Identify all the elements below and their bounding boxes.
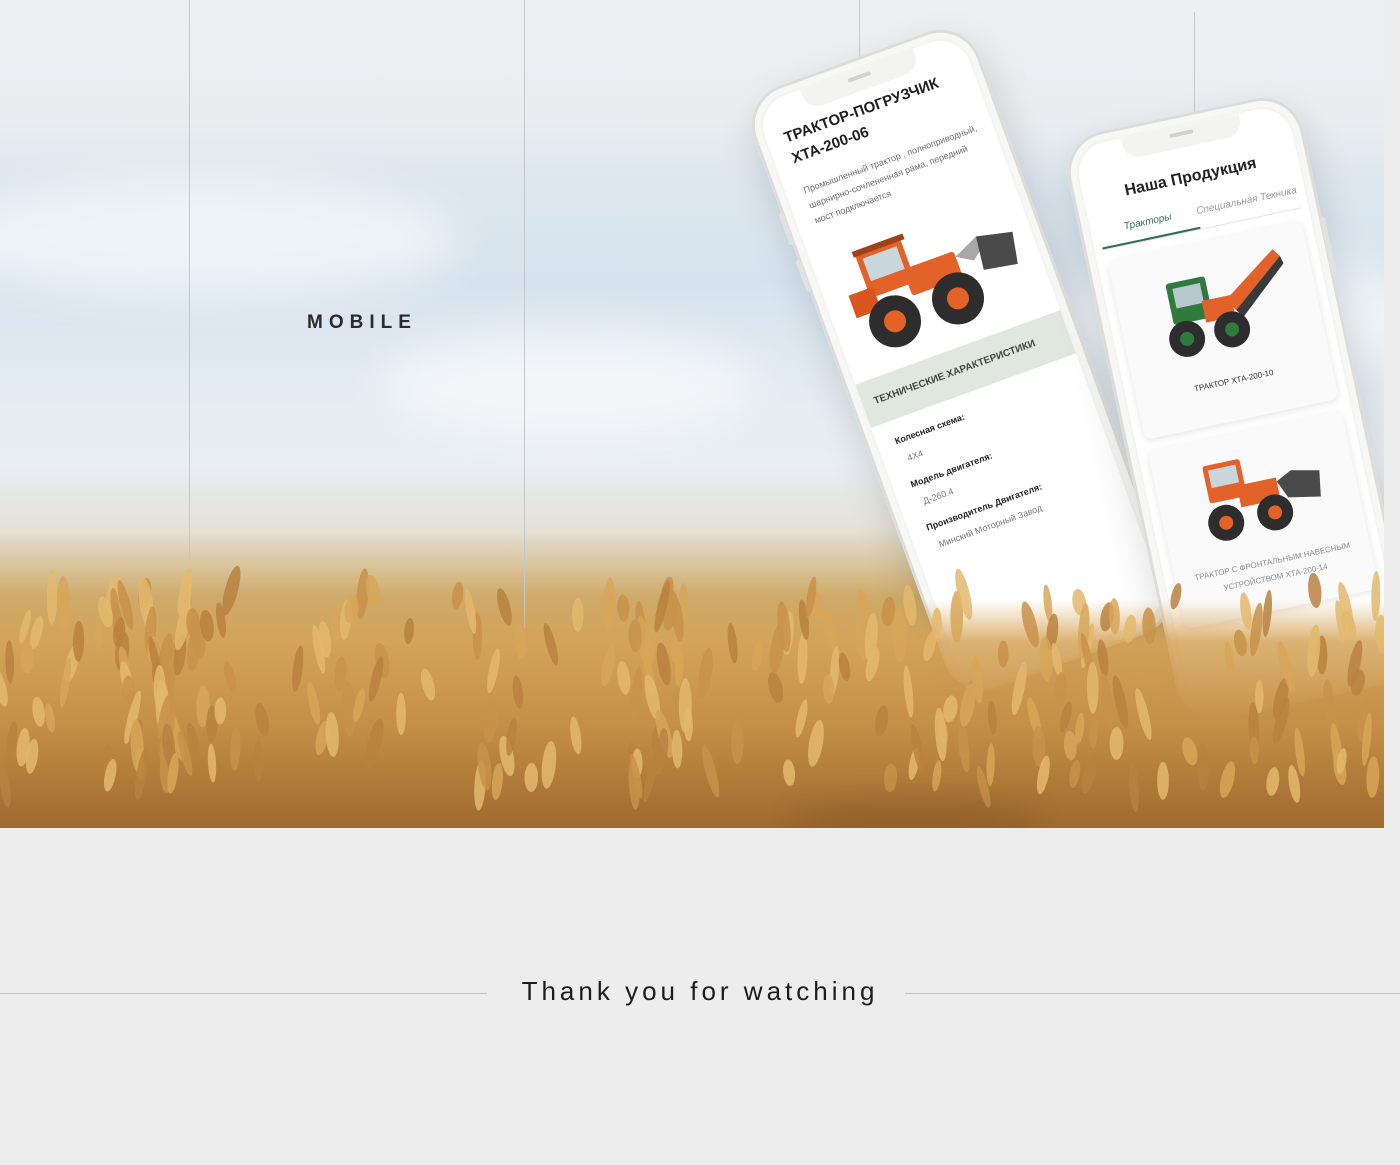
section-label: MOBILE [307,312,417,333]
cloud [0,180,460,300]
tab-special-equipment[interactable]: Специальная Техника [1195,185,1300,229]
wheat-ear [1157,761,1169,800]
footer-text: Thank you for watching [505,976,895,1006]
guide-line [189,0,190,628]
phone-side-button [778,212,795,246]
trencher-tractor-image [1165,249,1284,357]
guide-line [524,0,525,628]
cloud [380,330,760,440]
footer-message: Thank you for watching [0,976,1400,1007]
wheat-ear [997,640,1009,668]
phone-side-button [795,259,812,293]
hero-banner: MOBILE ТРАКТОР-ПОГРУЗЧИК ХТА-200-06 Пром… [0,0,1384,828]
phone-side-button [1319,216,1338,277]
phone-notch [1120,113,1243,160]
wheat-field [0,565,1384,828]
tab-tractors[interactable]: Тракторы [1097,206,1201,250]
product-card[interactable]: ТРАКТОР ХТА-200-10 [1107,220,1339,440]
